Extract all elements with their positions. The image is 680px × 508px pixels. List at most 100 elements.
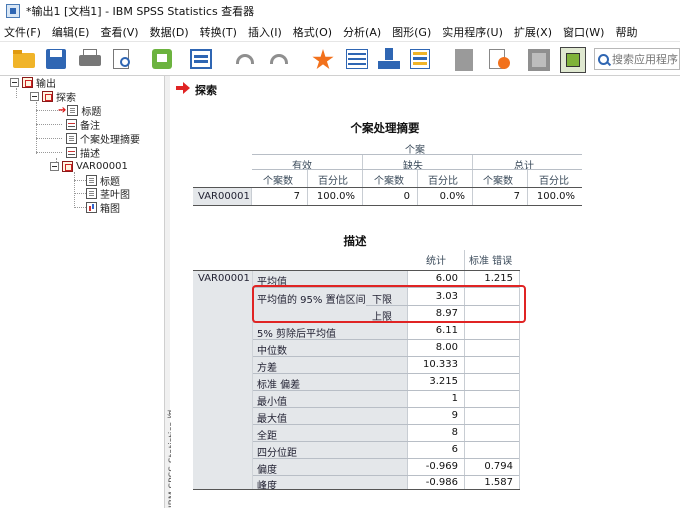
desc-se-cell: 1.587 [484, 477, 513, 488]
desc-row-label: 最大值 [257, 414, 287, 425]
desc-stat-cell: 8.00 [435, 342, 458, 353]
desc-row-label: 方差 [257, 363, 277, 374]
outline-item-descriptives[interactable]: 描述 [66, 146, 100, 160]
outline-var-boxplot[interactable]: 箱图 [86, 201, 120, 215]
desc-stat-cell: 9 [451, 410, 458, 421]
outline-var-stemleaf[interactable]: 茎叶图 [86, 187, 130, 201]
outline-explore[interactable]: 探索 [30, 90, 76, 104]
outline-item-label: 个案处理摘要 [80, 135, 140, 146]
menu-analyze[interactable]: 分析(A) [343, 24, 381, 40]
menu-transform[interactable]: 转换(T) [200, 24, 237, 40]
section-title: 探索 [195, 84, 217, 97]
desc-stat-cell: 6.11 [435, 325, 458, 336]
descriptives-title: 描述 [343, 234, 367, 248]
table-cell: 0.0% [439, 191, 465, 202]
menu-insert[interactable]: 插入(I) [248, 24, 282, 40]
menu-window[interactable]: 窗口(W) [563, 24, 604, 40]
desc-stat-cell: 6 [451, 444, 458, 455]
current-item-arrow-icon: ➔ [58, 105, 67, 116]
table-cell: 7 [293, 191, 300, 202]
outline-var-label: VAR00001 [76, 161, 128, 172]
outline-explore-label: 探索 [56, 93, 76, 104]
spss-app-icon [6, 4, 20, 18]
redo-icon[interactable] [266, 47, 292, 71]
desc-stat-cell: 6.00 [435, 273, 458, 284]
show-hide-icon[interactable] [560, 47, 586, 73]
table-cell: 0 [403, 191, 410, 202]
descriptives-table-icon [66, 147, 77, 158]
ci-highlight-box [252, 285, 526, 323]
outline-item-notes[interactable]: 备注 [66, 118, 100, 132]
desc-se-cell: 1.215 [484, 273, 513, 284]
case-summary-title: 个案处理摘要 [350, 121, 420, 135]
desc-row-label: 四分位距 [257, 448, 297, 459]
descriptives-var-label: VAR00001 [198, 273, 250, 284]
outline-item-title[interactable]: ➔ 标题 [58, 104, 101, 118]
collapse-icon[interactable] [50, 162, 59, 171]
outline-item-case-summary[interactable]: 个案处理摘要 [66, 132, 140, 146]
sub-header: 百分比 [539, 176, 569, 187]
menu-view[interactable]: 查看(V) [100, 24, 138, 40]
menu-edit[interactable]: 编辑(E) [52, 24, 90, 40]
desc-row-label: 标准 偏差 [257, 380, 301, 391]
designate-window-icon[interactable] [408, 47, 434, 71]
menu-utilities[interactable]: 实用程序(U) [442, 24, 503, 40]
select-last-output-icon[interactable] [452, 47, 478, 71]
title-doc-icon [86, 175, 97, 186]
desc-row-label: 5% 剪除后平均值 [257, 329, 337, 340]
insert-output-icon[interactable] [376, 47, 402, 71]
desc-row-label: 最小值 [257, 397, 287, 408]
menu-data[interactable]: 数据(D) [150, 24, 189, 40]
search-input[interactable] [612, 52, 680, 66]
outline-root[interactable]: 输出 [10, 76, 56, 90]
toolbar [0, 42, 680, 76]
desc-stat-cell: 3.215 [429, 376, 458, 387]
title-doc-icon [67, 105, 79, 116]
table-cell: 100.0% [316, 191, 355, 202]
outline-item-label: 箱图 [100, 204, 120, 215]
search-icon [598, 53, 609, 65]
outline-item-label: 茎叶图 [100, 190, 130, 201]
goto-variable-icon[interactable] [344, 47, 370, 71]
promote-icon[interactable] [526, 47, 552, 71]
dialog-recall-icon[interactable] [188, 47, 214, 71]
sub-header: 个案数 [483, 176, 513, 187]
outline-root-label: 输出 [36, 79, 56, 90]
sub-header: 个案数 [263, 176, 293, 187]
boxplot-chart-icon [86, 202, 97, 213]
menu-format[interactable]: 格式(O) [293, 24, 332, 40]
desc-stat-cell: -0.986 [425, 477, 458, 488]
desc-row-label: 全距 [257, 431, 277, 442]
menu-help[interactable]: 帮助 [615, 24, 637, 40]
search-box[interactable] [594, 48, 680, 70]
sub-header: 百分比 [428, 176, 458, 187]
export-icon[interactable] [150, 47, 176, 71]
output-book-icon [22, 77, 33, 88]
stem-leaf-icon [86, 188, 97, 199]
collapse-icon[interactable] [10, 78, 19, 87]
col-header-se: 标准 错误 [469, 256, 513, 267]
desc-stat-cell: 10.333 [423, 359, 458, 370]
select-all-icon[interactable] [486, 47, 512, 71]
collapse-icon[interactable] [30, 92, 39, 101]
outline-var[interactable]: VAR00001 [50, 160, 128, 173]
menu-bar: 文件(F) 编辑(E) 查看(V) 数据(D) 转换(T) 插入(I) 格式(O… [0, 22, 680, 42]
outline-item-label: 描述 [80, 149, 100, 160]
sub-header: 百分比 [318, 176, 348, 187]
save-icon[interactable] [44, 47, 70, 71]
var-book-icon [62, 161, 73, 172]
explore-book-icon [42, 91, 53, 102]
menu-extensions[interactable]: 扩展(X) [514, 24, 552, 40]
desc-se-cell: 0.794 [484, 461, 513, 472]
menu-file[interactable]: 文件(F) [4, 24, 41, 40]
open-folder-icon[interactable] [12, 47, 38, 71]
undo-icon[interactable] [232, 47, 258, 71]
desc-stat-cell: 1 [451, 393, 458, 404]
table-cell: 100.0% [536, 191, 575, 202]
current-output-arrow-icon [176, 82, 190, 94]
goto-case-icon[interactable] [310, 47, 336, 71]
print-icon[interactable] [77, 47, 103, 71]
window-title: *输出1 [文档1] - IBM SPSS Statistics 查看器 [26, 5, 255, 18]
menu-graphs[interactable]: 图形(G) [392, 24, 431, 40]
print-preview-icon[interactable] [110, 47, 136, 71]
